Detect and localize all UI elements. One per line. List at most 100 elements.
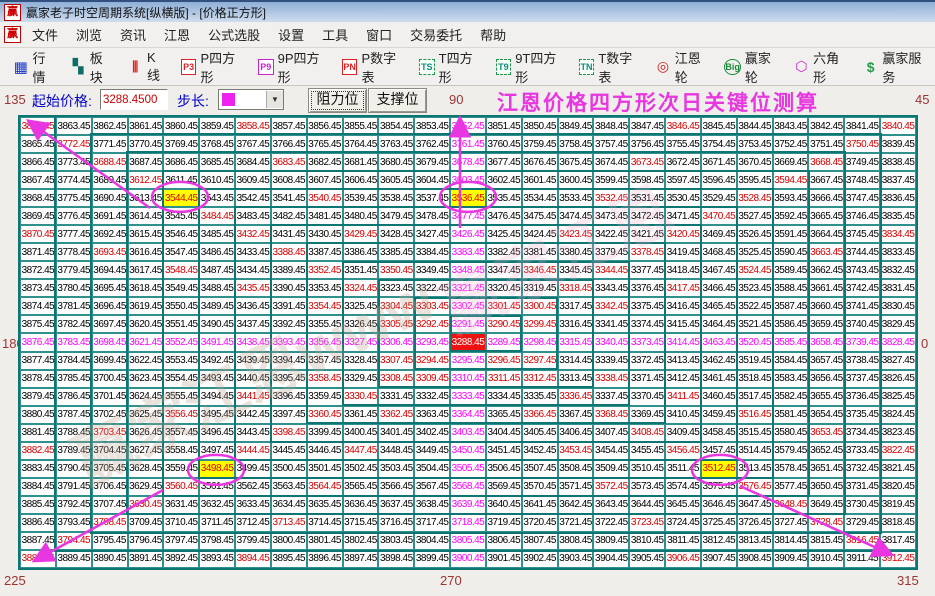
toolbar-button-hex[interactable]: ⬡ 六角形 <box>789 45 854 89</box>
grid-cell: 3507.45 <box>521 459 558 478</box>
grid-cell: 3627.45 <box>127 441 164 460</box>
toolbar-button-blocks[interactable]: ▚ 板块 <box>65 45 118 89</box>
grid-cell: 3622.45 <box>127 351 164 370</box>
toolbar-button-pn[interactable]: PN P数字表 <box>337 45 410 89</box>
grid-cell: 3759.45 <box>521 135 558 154</box>
grid-cell: 3392.45 <box>270 315 307 334</box>
grid-cell: 3775.45 <box>55 189 92 208</box>
support-button[interactable]: 支撑位 <box>368 88 427 113</box>
grid-cell: 3827.45 <box>880 351 916 370</box>
start-price-input[interactable] <box>100 89 168 110</box>
grid-cell: 3575.45 <box>700 477 737 496</box>
grid-cell: 3427.45 <box>414 225 451 244</box>
toolbar-button-p3[interactable]: P3 P四方形 <box>176 45 249 89</box>
grid-cell: 3471.45 <box>665 207 701 226</box>
grid-cell: 3650.45 <box>808 477 845 496</box>
grid-cell: 3594.45 <box>772 171 809 190</box>
grid-cell: 3883.45 <box>20 459 56 478</box>
toolbar-button-t9[interactable]: T9 9T四方形 <box>491 45 570 89</box>
start-price-label: 起始价格: <box>32 93 92 109</box>
grid-cell: 3804.45 <box>414 531 451 550</box>
menu-item[interactable]: 交易委托 <box>401 22 471 47</box>
menu-item[interactable]: 帮助 <box>471 22 515 47</box>
angle-label-135: 135 <box>4 92 26 107</box>
grid-cell: 3342.45 <box>593 297 630 316</box>
grid-cell: 3415.45 <box>665 315 701 334</box>
grid-cell: 3563.45 <box>270 477 307 496</box>
menu-item[interactable]: 浏览 <box>67 22 111 47</box>
grid-cell: 3907.45 <box>700 549 737 568</box>
grid-cell: 3795.45 <box>91 531 128 550</box>
resistance-button[interactable]: 阻力位 <box>308 88 367 113</box>
menu-item[interactable]: 设置 <box>269 22 313 47</box>
toolbar-button-ts[interactable]: TS T四方形 <box>414 45 487 89</box>
step-combobox[interactable]: ▼ <box>218 89 284 110</box>
grid-cell: 3475.45 <box>521 207 558 226</box>
grid-cell: 3680.45 <box>378 153 415 172</box>
toolbar-button-candles[interactable]: ⫼ K线 <box>123 47 172 87</box>
grid-cell: 3891.45 <box>127 549 164 568</box>
grid-cell: 3401.45 <box>378 423 415 442</box>
grid-cell: 3347.45 <box>485 261 522 280</box>
toolbar-button-table[interactable]: ▦ 行情 <box>8 45 61 89</box>
grid-cell: 3536.45 <box>450 189 486 208</box>
grid-cell: 3374.45 <box>629 315 666 334</box>
toolbar-button-label: P数字表 <box>361 50 397 85</box>
grid-cell: 3840.45 <box>880 117 916 136</box>
grid-cell: 3345.45 <box>557 261 594 280</box>
grid-cell: 3429.45 <box>342 225 379 244</box>
grid-cell: 3655.45 <box>808 387 845 406</box>
grid-cell: 3481.45 <box>306 207 343 226</box>
menu-item[interactable]: 公式选股 <box>199 22 269 47</box>
grid-cell: 3355.45 <box>306 315 343 334</box>
grid-cell: 3486.45 <box>199 243 236 262</box>
grid-cell: 3769.45 <box>163 135 200 154</box>
grid-cell: 3652.45 <box>808 441 845 460</box>
grid-cell: 3613.45 <box>127 189 164 208</box>
grid-cell: 3792.45 <box>55 495 92 514</box>
toolbar-button-dollar[interactable]: $ 赢家服务 <box>858 45 935 89</box>
grid-cell: 3297.45 <box>521 351 558 370</box>
grid-cell: 3417.45 <box>665 279 701 298</box>
grid-cell: 3334.45 <box>485 387 522 406</box>
grid-cell: 3621.45 <box>127 333 164 352</box>
menu-item[interactable]: 资讯 <box>111 22 155 47</box>
toolbar-button-p9[interactable]: P9 9P四方形 <box>253 45 333 89</box>
grid-cell: 3491.45 <box>199 333 236 352</box>
menu-item[interactable]: 工具 <box>313 22 357 47</box>
toolbar-button-label: K线 <box>147 49 161 83</box>
grid-cell: 3859.45 <box>199 117 236 136</box>
grid-cell: 3704.45 <box>91 441 128 460</box>
toolbar-button-wheelg[interactable]: Big 赢家轮 <box>719 45 784 89</box>
grid-cell: 3766.45 <box>270 135 307 154</box>
menu-item[interactable]: 江恩 <box>155 22 199 47</box>
toolbar-button-tn[interactable]: TN T数字表 <box>574 45 647 89</box>
chevron-down-icon[interactable]: ▼ <box>266 91 283 108</box>
grid-cell: 3855.45 <box>342 117 379 136</box>
toolbar-button-label: 行情 <box>32 50 46 85</box>
menu-item[interactable]: 窗口 <box>357 22 401 47</box>
grid-cell: 3515.45 <box>736 423 773 442</box>
grid-cell: 3741.45 <box>844 297 881 316</box>
grid-cell: 3393.45 <box>270 333 307 352</box>
grid-cell: 3660.45 <box>808 297 845 316</box>
grid-cell: 3400.45 <box>342 423 379 442</box>
grid-cell: 3793.45 <box>55 513 92 532</box>
grid-cell: 3315.45 <box>557 333 594 352</box>
grid-cell: 3370.45 <box>629 387 666 406</box>
grid-cell: 3457.45 <box>700 441 737 460</box>
grid-cell: 3383.45 <box>450 243 486 262</box>
grid-cell: 3812.45 <box>700 531 737 550</box>
grid-cell: 3339.45 <box>593 351 630 370</box>
grid-cell: 3686.45 <box>163 153 200 172</box>
grid-cell: 3376.45 <box>629 279 666 298</box>
menu-item[interactable]: 文件 <box>23 22 67 47</box>
grid-cell: 3609.45 <box>235 171 271 190</box>
grid-cell: 3797.45 <box>163 531 200 550</box>
toolbar-button-wheelr[interactable]: ◎ 江恩轮 <box>650 45 715 89</box>
grid-cell: 3310.45 <box>450 369 486 388</box>
grid-cell: 3435.45 <box>235 279 271 298</box>
grid-cell: 3544.45 <box>163 189 200 208</box>
toolbar-button-label: 江恩轮 <box>674 50 701 85</box>
grid-cell: 3573.45 <box>629 477 666 496</box>
